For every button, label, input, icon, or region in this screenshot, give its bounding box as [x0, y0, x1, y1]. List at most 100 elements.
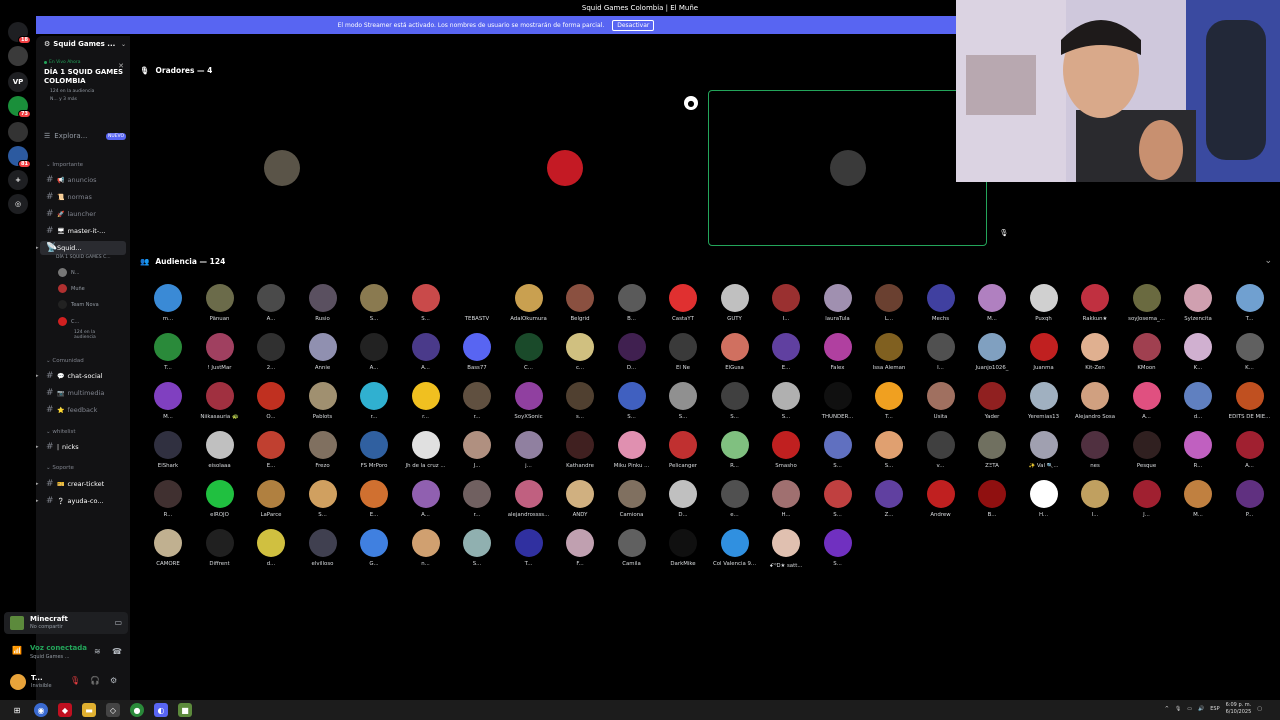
audience-member[interactable]: Camila: [608, 529, 656, 567]
audience-member[interactable]: G...: [350, 529, 398, 567]
audience-member[interactable]: Juanjo1026_: [968, 333, 1016, 371]
audience-member[interactable]: e...: [711, 480, 759, 518]
audience-member[interactable]: E...: [247, 431, 295, 469]
channel-chat-social[interactable]: ▸ # 💬 chat-social: [36, 369, 126, 383]
browser-icon[interactable]: ◆: [58, 703, 72, 717]
server-icon[interactable]: [8, 46, 28, 66]
voice-user[interactable]: Muñe: [58, 284, 85, 293]
audience-member[interactable]: Smasho: [762, 431, 810, 469]
audience-member[interactable]: TEBASTV: [453, 284, 501, 322]
headphones-icon[interactable]: 🎧: [90, 676, 100, 685]
audience-member[interactable]: Kit-Zen: [1071, 333, 1119, 371]
share-screen-icon[interactable]: ▭: [114, 618, 122, 627]
app-icon[interactable]: ◇: [106, 703, 120, 717]
audience-member[interactable]: r...: [402, 382, 450, 420]
audience-member[interactable]: Frezo: [299, 431, 347, 469]
audience-member[interactable]: GUTY: [711, 284, 759, 322]
audience-member[interactable]: I...: [762, 284, 810, 322]
channel-multimedia[interactable]: # 📷 multimedia: [40, 386, 126, 400]
audience-member[interactable]: s...: [556, 382, 604, 420]
audience-member[interactable]: Z...: [865, 480, 913, 518]
audience-member[interactable]: ElGusa: [711, 333, 759, 371]
audience-member[interactable]: Usita: [917, 382, 965, 420]
audience-member[interactable]: S...: [453, 529, 501, 567]
audience-member[interactable]: Yeremias13: [1020, 382, 1068, 420]
audience-member[interactable]: T...: [865, 382, 913, 420]
audience-member[interactable]: lauraTula: [814, 284, 862, 322]
search-icon[interactable]: ◉: [34, 703, 48, 717]
audience-member[interactable]: j...: [505, 431, 553, 469]
audience-member[interactable]: C...: [505, 333, 553, 371]
audience-member[interactable]: Falex: [814, 333, 862, 371]
audience-member[interactable]: S...: [814, 431, 862, 469]
channel-ayuda[interactable]: ▸ # ❔ ayuda-co...: [36, 494, 126, 508]
audience-member[interactable]: Camiona: [608, 480, 656, 518]
audience-member[interactable]: v...: [917, 431, 965, 469]
audience-member[interactable]: S...: [402, 284, 450, 322]
audience-member[interactable]: m...: [144, 284, 192, 322]
notification-icon[interactable]: ▢: [1257, 706, 1262, 712]
audience-member[interactable]: eisolaaa: [196, 431, 244, 469]
audience-member[interactable]: ✨ Val 🔍...: [1020, 431, 1068, 469]
audience-member[interactable]: R...: [144, 480, 192, 518]
live-event-card[interactable]: En Vivo Ahora ✕ DÍA 1 SQUID GAMES COLOMB…: [40, 60, 126, 128]
avatar[interactable]: [10, 674, 26, 690]
audience-member[interactable]: Bass77: [453, 333, 501, 371]
audience-member[interactable]: O...: [247, 382, 295, 420]
audience-member[interactable]: Belgrid: [556, 284, 604, 322]
audience-member[interactable]: soyJosema_...: [1123, 284, 1171, 322]
language-indicator[interactable]: ESP: [1210, 706, 1219, 712]
audience-member[interactable]: elvilloso: [299, 529, 347, 567]
audience-member[interactable]: H...: [1020, 480, 1068, 518]
voice-user[interactable]: Team Nova: [58, 300, 99, 309]
audience-member[interactable]: E...: [350, 480, 398, 518]
audience-member[interactable]: L...: [865, 284, 913, 322]
mic-icon[interactable]: 🎙: [1175, 706, 1181, 712]
audience-member[interactable]: Rusio: [299, 284, 347, 322]
add-server-icon[interactable]: +: [8, 170, 28, 190]
audience-member[interactable]: E...: [762, 333, 810, 371]
audience-member[interactable]: alejandrossss...: [505, 480, 553, 518]
audience-member[interactable]: I...: [1071, 480, 1119, 518]
disconnect-icon[interactable]: ☎: [112, 647, 122, 656]
audience-member[interactable]: A...: [402, 480, 450, 518]
audience-member[interactable]: Miku Pinku ...: [608, 431, 656, 469]
audience-member[interactable]: 2...: [247, 333, 295, 371]
audience-member[interactable]: K...: [1226, 333, 1274, 371]
voice-user[interactable]: N...: [58, 268, 80, 277]
audience-member[interactable]: THUNDER...: [814, 382, 862, 420]
audience-member[interactable]: r...: [350, 382, 398, 420]
audience-member[interactable]: Jh de la cruz ...: [402, 431, 450, 469]
audience-member[interactable]: Juanma: [1020, 333, 1068, 371]
audience-member[interactable]: Andrew: [917, 480, 965, 518]
voice-user[interactable]: C...: [58, 317, 79, 326]
audience-member[interactable]: Niikasauria 🐢: [196, 382, 244, 420]
stage-channel-squid[interactable]: ▸ 📡 Squid...: [36, 241, 126, 255]
audience-member[interactable]: Kathandre: [556, 431, 604, 469]
audience-member[interactable]: Puxqh: [1020, 284, 1068, 322]
audience-member[interactable]: ElShark: [144, 431, 192, 469]
audience-member[interactable]: T...: [505, 529, 553, 567]
audience-member[interactable]: D...: [608, 333, 656, 371]
audience-member[interactable]: FS MrPoro: [350, 431, 398, 469]
audience-member[interactable]: Rakkun★: [1071, 284, 1119, 322]
audience-member[interactable]: J...: [1123, 480, 1171, 518]
audience-member[interactable]: Pablots: [299, 382, 347, 420]
folder-icon[interactable]: ▬: [82, 703, 96, 717]
audience-member[interactable]: n...: [402, 529, 450, 567]
category-comunidad[interactable]: ⌄ Comunidad: [46, 358, 84, 364]
explore-icon[interactable]: ◎: [8, 194, 28, 214]
audience-member[interactable]: A...: [402, 333, 450, 371]
audience-member[interactable]: nes: [1071, 431, 1119, 469]
audience-member[interactable]: Col Valencia 9...: [711, 529, 759, 567]
channel-launcher[interactable]: # 🚀 launcher: [40, 207, 126, 221]
category-soporte[interactable]: ⌄ Soporte: [46, 465, 74, 471]
audience-member[interactable]: Sylzencita: [1174, 284, 1222, 322]
audience-member[interactable]: A...: [1123, 382, 1171, 420]
audience-member[interactable]: d...: [1174, 382, 1222, 420]
channel-anuncios[interactable]: # 📢 anuncios: [40, 173, 126, 187]
settings-icon[interactable]: ⚙: [110, 676, 117, 685]
noise-suppression-icon[interactable]: ≋: [94, 647, 101, 656]
audience-member[interactable]: M...: [144, 382, 192, 420]
audience-member[interactable]: CastaYT: [659, 284, 707, 322]
